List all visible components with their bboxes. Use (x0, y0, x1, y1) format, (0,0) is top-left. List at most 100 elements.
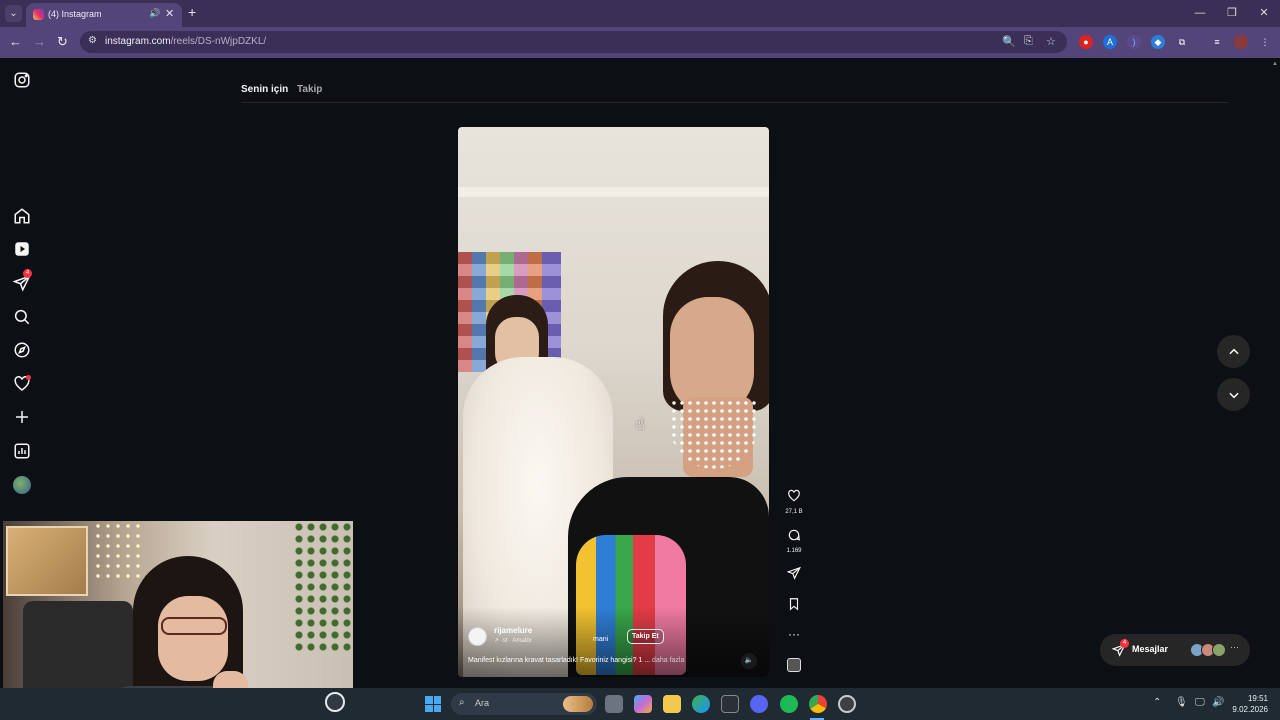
tab-for-you[interactable]: Senin için (241, 84, 288, 95)
search-highlight-art (563, 696, 593, 712)
browser-tab-bar: ⌄ (4) Instagram 🔊 ✕ + — ❐ ✕ (0, 0, 1280, 27)
close-window-button[interactable]: ✕ (1248, 0, 1280, 27)
new-tab-button[interactable]: + (188, 4, 196, 20)
copilot-icon[interactable] (634, 695, 652, 713)
explore-compass-icon[interactable] (13, 341, 31, 359)
extension-translate-icon[interactable]: A (1103, 35, 1117, 49)
edge-browser-icon[interactable] (692, 695, 710, 713)
share-action[interactable] (780, 566, 808, 585)
tab-search-button[interactable]: ⌄ (5, 5, 22, 22)
window-controls: — ❐ ✕ (1184, 0, 1280, 27)
wall-moulding (458, 187, 769, 197)
like-action[interactable]: 27,1 B (780, 489, 808, 515)
author-avatar[interactable] (468, 627, 487, 646)
task-view-icon[interactable] (605, 695, 623, 713)
extension-blue-icon[interactable]: ◆ (1151, 35, 1165, 49)
microphone-icon[interactable]: 🎙 (1175, 697, 1188, 708)
microsoft-store-icon[interactable] (721, 695, 739, 713)
messages-label: Mesajlar (1132, 644, 1169, 654)
instagram-logo-icon[interactable] (13, 71, 31, 89)
minimize-button[interactable]: — (1184, 0, 1216, 27)
chrome-icon[interactable] (809, 695, 827, 713)
install-app-icon[interactable]: ⎘ (1024, 35, 1033, 48)
tray-overflow-icon[interactable]: ⌃ (1153, 697, 1161, 708)
save-action[interactable] (780, 597, 808, 616)
like-count: 27,1 B (785, 509, 803, 515)
caption-more-link[interactable]: daha fazla (652, 657, 684, 664)
messages-button[interactable]: 4 Mesajlar ··· (1100, 634, 1250, 666)
reels-icon[interactable] (13, 240, 31, 258)
forward-icon[interactable]: → (33, 34, 46, 49)
chevron-up-icon (1228, 348, 1239, 355)
windows-start-icon[interactable] (425, 696, 441, 712)
scroll-up-arrow-icon[interactable]: ▲ (1272, 61, 1278, 67)
activity-dot (26, 375, 31, 380)
address-bar[interactable]: ⚙ instagram.com/reels/DS-nWjpDZKL/ 🔍 ⎘ ☆ (80, 31, 1067, 53)
create-plus-icon[interactable] (13, 408, 31, 426)
network-icon[interactable]: 🖵 (1195, 697, 1205, 708)
home-icon[interactable] (13, 207, 31, 225)
feed-tabs: Senin için Takip (241, 84, 322, 95)
caption-text: Manifest kızlarına kravat tasarladık! Fa… (468, 657, 651, 664)
site-info-icon[interactable]: ⚙ (88, 35, 97, 46)
profile-avatar[interactable] (1234, 35, 1248, 49)
back-icon[interactable]: ← (9, 34, 22, 49)
extensions-puzzle-icon[interactable]: ⧉ (1175, 35, 1189, 49)
browser-tab-instagram[interactable]: (4) Instagram 🔊 ✕ (26, 3, 182, 27)
chevron-down-icon (1228, 392, 1239, 399)
tab-audio-icon[interactable]: 🔊 (149, 8, 160, 19)
like-heart-icon[interactable] (787, 489, 801, 503)
browser-menu-icon[interactable]: ⋮ (1258, 35, 1272, 49)
reload-icon[interactable]: ↻ (57, 34, 68, 50)
author-username[interactable]: rijamelure (494, 626, 532, 635)
volume-icon[interactable]: 🔊 (1212, 697, 1224, 708)
url-text[interactable]: instagram.com/reels/DS-nWjpDZKL/ (105, 36, 266, 47)
search-icon[interactable] (13, 308, 31, 326)
extension-red-icon[interactable]: ● (1079, 35, 1093, 49)
tab-following[interactable]: Takip (297, 84, 322, 95)
reading-list-icon[interactable]: ≡ (1210, 35, 1224, 49)
taskbar-search-icon: ⌕ (459, 697, 465, 708)
zoom-icon[interactable]: 🔍 (1002, 35, 1016, 48)
comment-count: 1.169 (786, 548, 802, 554)
url-host: instagram.com (105, 36, 171, 47)
activity-heart-icon[interactable] (13, 375, 31, 393)
tab-title: (4) Instagram (48, 9, 102, 19)
discord-icon[interactable] (750, 695, 768, 713)
mute-toggle-icon[interactable]: 🔈 (741, 653, 757, 669)
messages-badge: 4 (1120, 639, 1129, 648)
bookmark-star-icon[interactable]: ☆ (1046, 35, 1056, 48)
reel-video[interactable]: rijamelure ↗ ·st · Amatör mani Takip Et … (458, 127, 769, 677)
instagram-favicon-icon (33, 9, 44, 20)
comment-bubble-icon[interactable] (787, 528, 801, 542)
more-options-icon[interactable]: ··· (780, 627, 808, 641)
feed-divider (241, 102, 1228, 103)
obs-studio-icon[interactable] (838, 695, 856, 713)
bookmark-icon[interactable] (787, 597, 801, 611)
video-overlay-text: mani (593, 636, 609, 643)
restore-button[interactable]: ❐ (1216, 0, 1248, 27)
messages-more-icon: ··· (1230, 642, 1239, 652)
direct-messages-icon[interactable]: 4 (12, 269, 32, 292)
previous-reel-button[interactable] (1217, 335, 1250, 368)
follow-button[interactable]: Takip Et (627, 629, 664, 644)
hand-cursor-icon: ☝ (635, 416, 645, 433)
next-reel-button[interactable] (1217, 378, 1250, 411)
taskbar-clock[interactable]: 19:51 9.02.2026 (1232, 693, 1268, 715)
file-explorer-icon[interactable] (663, 695, 681, 713)
comment-action[interactable]: 1.169 (780, 528, 808, 554)
author-audio-info[interactable]: ↗ ·st · Amatör (494, 637, 532, 644)
taskbar-search[interactable]: ⌕ Ara (451, 693, 597, 715)
spotify-icon[interactable] (780, 695, 798, 713)
original-audio-thumbnail[interactable] (787, 658, 801, 672)
webcam-fairy-lights (93, 521, 143, 581)
extension-sound-icon[interactable]: ) (1127, 35, 1141, 49)
webcam-person-face (158, 596, 228, 681)
dashboard-chart-icon[interactable] (13, 442, 31, 460)
profile-avatar-icon[interactable] (13, 476, 31, 494)
share-paper-plane-icon[interactable] (786, 566, 801, 580)
obs-record-indicator-icon (325, 692, 345, 712)
tab-close-icon[interactable]: ✕ (165, 7, 174, 20)
page-scrollbar[interactable]: ▲ (1271, 58, 1280, 688)
url-path: /reels/DS-nWjpDZKL/ (170, 36, 267, 47)
